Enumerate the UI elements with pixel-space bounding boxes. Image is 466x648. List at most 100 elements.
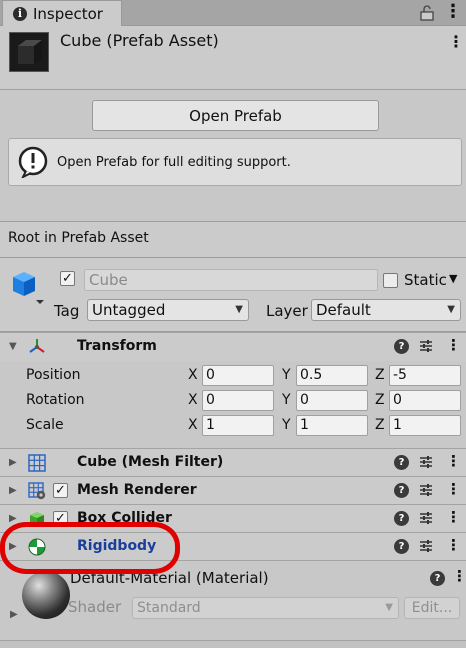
axis-x-label: X [188, 417, 198, 433]
scale-x-field[interactable]: 1 [202, 415, 274, 436]
axis-z-label: Z [375, 392, 385, 408]
foldout-collapsed-icon[interactable]: ▶ [10, 609, 18, 620]
box-collider-enabled-checkbox[interactable]: ✓ [53, 511, 68, 526]
mesh-filter-title: Cube (Mesh Filter) [77, 454, 224, 470]
static-label: Static [404, 271, 447, 289]
warning-bubble-icon [18, 146, 48, 178]
foldout-collapsed-icon[interactable]: ▶ [9, 513, 17, 524]
static-checkbox[interactable] [383, 273, 398, 288]
header-more-icon[interactable]: ⋮ [448, 32, 464, 51]
help-icon[interactable]: ? [394, 539, 409, 554]
layer-label: Layer [266, 302, 308, 320]
rotation-x-field[interactable]: 0 [202, 390, 274, 411]
component-transform[interactable]: ▼ Transform ? ⋮ [0, 332, 466, 361]
position-label: Position [26, 367, 81, 383]
tag-label: Tag [54, 302, 80, 320]
axis-x-label: X [188, 392, 198, 408]
scale-label: Scale [26, 417, 64, 433]
asset-header: Cube (Prefab Asset) ⋮ [0, 26, 466, 90]
chevron-down-icon: ▼ [385, 602, 393, 613]
axis-z-label: Z [375, 367, 385, 383]
help-icon[interactable]: ? [394, 483, 409, 498]
axis-z-label: Z [375, 417, 385, 433]
tab-bar: i Inspector ⋮ [0, 0, 466, 26]
root-label: Root in Prefab Asset [0, 222, 466, 258]
presets-icon[interactable] [418, 538, 434, 554]
open-prefab-button[interactable]: Open Prefab [92, 100, 379, 131]
rotation-label: Rotation [26, 392, 85, 408]
presets-icon[interactable] [418, 482, 434, 498]
material-preview-sphere [22, 571, 70, 619]
foldout-expanded-icon[interactable]: ▼ [9, 341, 17, 352]
mesh-filter-icon [28, 454, 46, 472]
shader-label: Shader [68, 598, 122, 616]
component-mesh-filter[interactable]: ▶ Cube (Mesh Filter) ? ⋮ [0, 448, 466, 476]
chevron-down-icon: ▼ [235, 304, 243, 315]
help-icon[interactable]: ? [394, 511, 409, 526]
chevron-down-icon: ▼ [447, 304, 455, 315]
gameobject-name-field[interactable]: Cube [84, 269, 378, 291]
gameobject-header: ✓ Cube Static ▼ Tag Untagged ▼ Layer Def… [0, 258, 466, 332]
box-collider-title: Box Collider [77, 510, 172, 526]
box-collider-icon [30, 512, 44, 527]
mesh-renderer-enabled-checkbox[interactable]: ✓ [53, 483, 68, 498]
info-icon: i [13, 6, 27, 21]
presets-icon[interactable] [418, 510, 434, 526]
more-icon[interactable]: ⋮ [446, 480, 461, 498]
transform-title: Transform [77, 338, 157, 354]
tag-value: Untagged [92, 301, 166, 319]
layer-dropdown[interactable]: Default ▼ [311, 299, 461, 321]
foldout-collapsed-icon[interactable]: ▶ [9, 485, 17, 496]
layer-value: Default [316, 301, 371, 319]
axis-x-label: X [188, 367, 198, 383]
tag-dropdown[interactable]: Untagged ▼ [87, 299, 249, 321]
rigidbody-icon [28, 538, 46, 556]
help-text: Open Prefab for full editing support. [57, 154, 291, 170]
shader-dropdown[interactable]: Standard ▼ [132, 597, 399, 619]
open-prefab-section: Open Prefab Open Prefab for full editing… [0, 90, 466, 222]
prefab-thumbnail [9, 32, 49, 72]
component-box-collider[interactable]: ▶ ✓ Box Collider ? ⋮ [0, 504, 466, 532]
presets-icon[interactable] [418, 338, 434, 354]
foldout-collapsed-icon[interactable]: ▶ [9, 541, 17, 552]
rigidbody-title: Rigidbody [77, 538, 157, 554]
edit-shader-button[interactable]: Edit... [404, 597, 460, 619]
static-dropdown-caret-icon[interactable]: ▼ [449, 272, 457, 285]
active-checkbox[interactable]: ✓ [60, 271, 75, 286]
foldout-collapsed-icon[interactable]: ▶ [9, 457, 17, 468]
asset-title: Cube (Prefab Asset) [60, 31, 219, 50]
position-x-field[interactable]: 0 [202, 365, 274, 386]
more-icon[interactable]: ⋮ [446, 508, 461, 526]
cube-icon [13, 272, 44, 304]
transform-properties: Position X 0 Y 0.5 Z -5 Rotation X 0 Y 0… [0, 361, 466, 447]
help-icon[interactable]: ? [430, 571, 445, 586]
scale-y-field[interactable]: 1 [296, 415, 368, 436]
more-icon[interactable]: ⋮ [444, 2, 462, 24]
bottom-strip [0, 640, 466, 648]
more-icon[interactable]: ⋮ [446, 336, 461, 354]
tab-inspector-label: Inspector [33, 4, 103, 23]
axis-y-label: Y [282, 417, 291, 433]
presets-icon[interactable] [418, 454, 434, 470]
lock-icon[interactable] [418, 4, 436, 22]
help-icon[interactable]: ? [394, 455, 409, 470]
tab-inspector[interactable]: i Inspector [2, 0, 122, 26]
help-box: Open Prefab for full editing support. [8, 138, 462, 186]
axis-y-label: Y [282, 392, 291, 408]
component-mesh-renderer[interactable]: ▶ ✓ Mesh Renderer ? ⋮ [0, 476, 466, 504]
more-icon[interactable]: ⋮ [452, 567, 466, 585]
rotation-z-field[interactable]: 0 [389, 390, 461, 411]
more-icon[interactable]: ⋮ [446, 452, 461, 470]
rotation-y-field[interactable]: 0 [296, 390, 368, 411]
more-icon[interactable]: ⋮ [446, 536, 461, 554]
position-z-field[interactable]: -5 [389, 365, 461, 386]
scale-z-field[interactable]: 1 [389, 415, 461, 436]
position-y-field[interactable]: 0.5 [296, 365, 368, 386]
mesh-renderer-title: Mesh Renderer [77, 482, 197, 498]
transform-icon [29, 339, 45, 353]
help-icon[interactable]: ? [394, 339, 409, 354]
axis-y-label: Y [282, 367, 291, 383]
material-title: Default-Material (Material) [70, 569, 269, 587]
mesh-renderer-icon [28, 482, 46, 500]
component-rigidbody[interactable]: ▶ Rigidbody ? ⋮ [0, 532, 466, 560]
